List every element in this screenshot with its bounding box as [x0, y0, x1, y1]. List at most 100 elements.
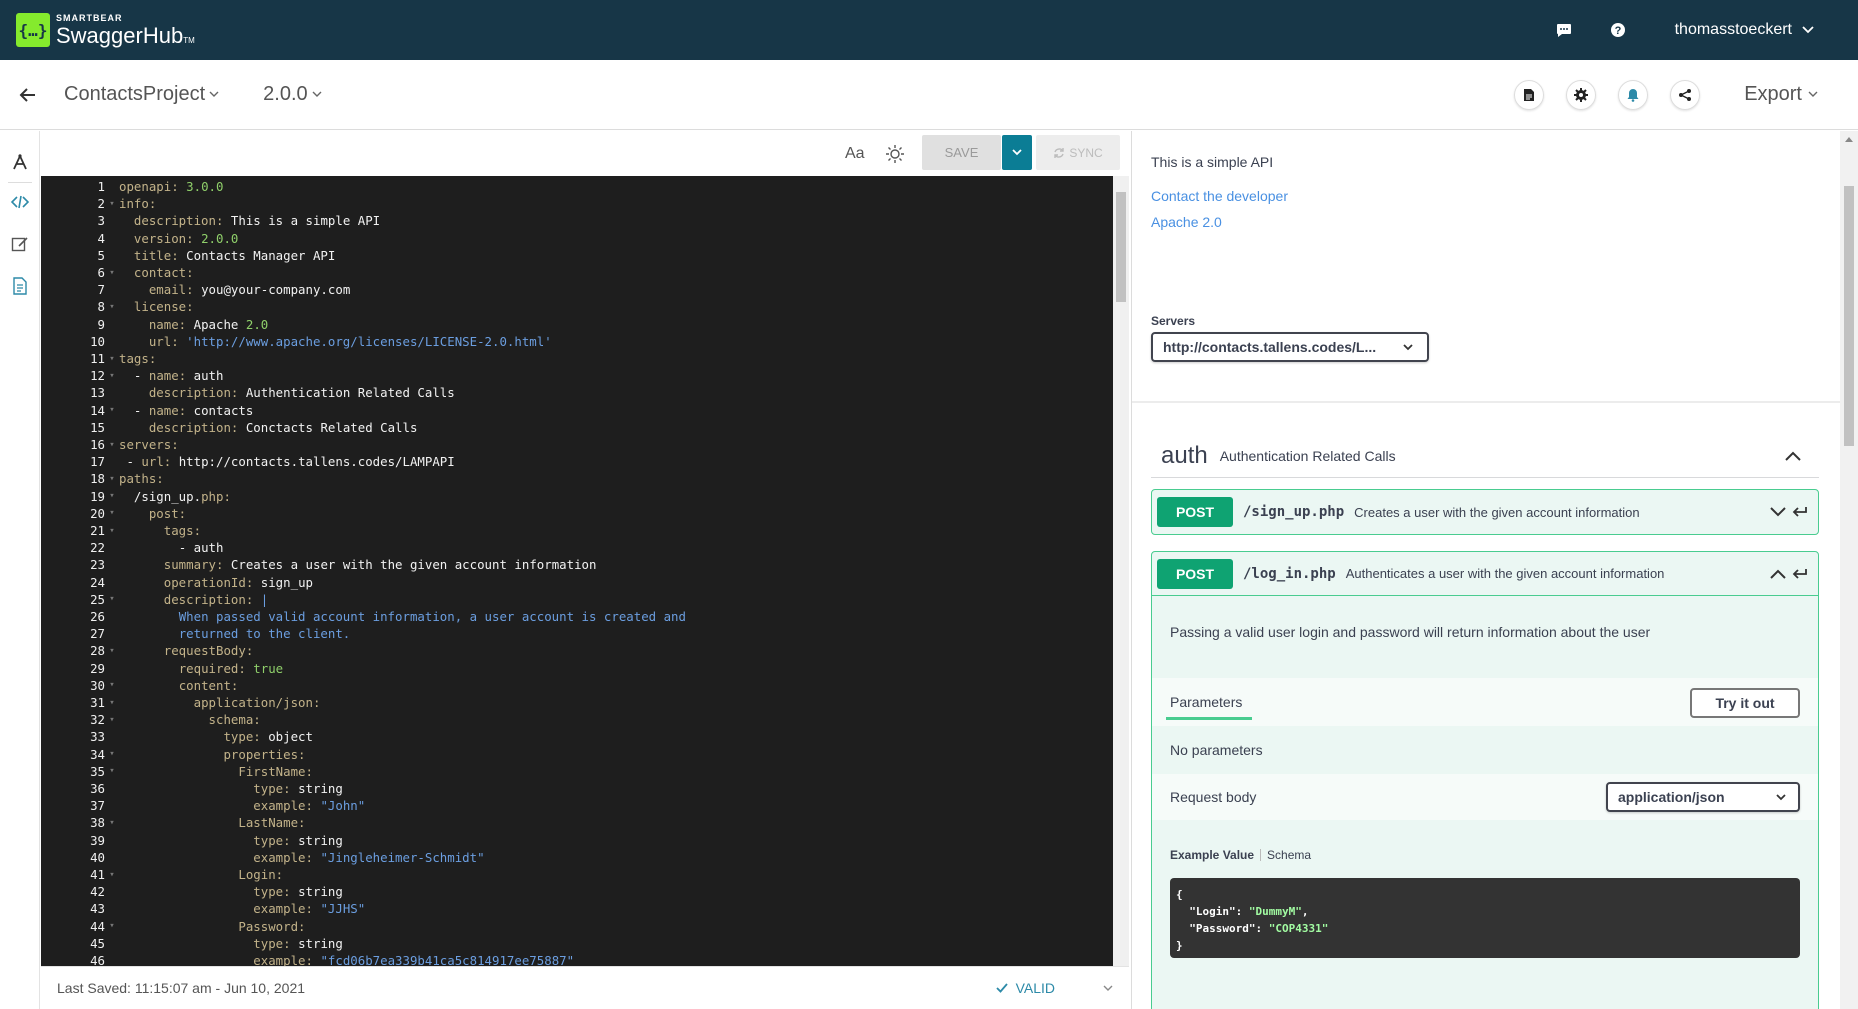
- code-line[interactable]: 14 ▾ - name: contacts: [41, 402, 1111, 419]
- sync-button[interactable]: SYNC: [1036, 135, 1120, 170]
- editor-scrollbar[interactable]: [1113, 176, 1129, 966]
- code-line[interactable]: 22 - auth: [41, 539, 1111, 556]
- code-line[interactable]: 38 ▾ LastName:: [41, 814, 1111, 831]
- fold-arrow-icon[interactable]: ▾: [105, 749, 119, 759]
- code-line[interactable]: 42 type: string: [41, 883, 1111, 900]
- tab-schema[interactable]: Schema: [1267, 848, 1311, 862]
- fold-arrow-icon[interactable]: ▾: [105, 698, 119, 708]
- code-line[interactable]: 8 ▾ license:: [41, 298, 1111, 315]
- code-line[interactable]: 32 ▾ schema:: [41, 711, 1111, 728]
- fold-arrow-icon[interactable]: ▾: [105, 440, 119, 450]
- code-line[interactable]: 5 title: Contacts Manager API: [41, 247, 1111, 264]
- servers-select[interactable]: http://contacts.tallens.codes/L...: [1151, 332, 1429, 362]
- fold-arrow-icon[interactable]: ▾: [105, 405, 119, 415]
- code-line[interactable]: 16 ▾ servers:: [41, 436, 1111, 453]
- code-line[interactable]: 35 ▾ FirstName:: [41, 763, 1111, 780]
- code-line[interactable]: 21 ▾ tags:: [41, 522, 1111, 539]
- code-line[interactable]: 33 type: object: [41, 728, 1111, 745]
- fold-arrow-icon[interactable]: ▾: [105, 302, 119, 312]
- code-line[interactable]: 26 When passed valid account information…: [41, 608, 1111, 625]
- code-line[interactable]: 39 type: string: [41, 832, 1111, 849]
- settings-button[interactable]: [1566, 79, 1597, 110]
- fold-arrow-icon[interactable]: ▾: [105, 526, 119, 536]
- fold-arrow-icon[interactable]: ▾: [105, 199, 119, 209]
- code-line[interactable]: 20 ▾ post:: [41, 505, 1111, 522]
- back-arrow-icon[interactable]: [18, 85, 38, 105]
- code-line[interactable]: 37 example: "John": [41, 797, 1111, 814]
- code-line[interactable]: 45 type: string: [41, 935, 1111, 952]
- code-line[interactable]: 3 description: This is a simple API: [41, 212, 1111, 229]
- api-docs-button[interactable]: [1514, 79, 1545, 110]
- scroll-up-arrow[interactable]: [1845, 137, 1853, 142]
- fold-arrow-icon[interactable]: ▾: [105, 870, 119, 880]
- content-type-select[interactable]: application/json: [1606, 782, 1800, 812]
- try-it-out-button[interactable]: Try it out: [1690, 688, 1800, 718]
- fold-arrow-icon[interactable]: ▾: [105, 594, 119, 604]
- code-line[interactable]: 15 description: Conctacts Related Calls: [41, 419, 1111, 436]
- version-selector[interactable]: 2.0.0: [263, 83, 322, 106]
- fold-arrow-icon[interactable]: ▾: [105, 921, 119, 931]
- fold-arrow-icon[interactable]: ▾: [105, 371, 119, 381]
- code-line[interactable]: 25 ▾ description: |: [41, 591, 1111, 608]
- fold-arrow-icon[interactable]: ▾: [105, 680, 119, 690]
- visual-editor-icon[interactable]: [11, 235, 29, 253]
- code-line[interactable]: 43 example: "JJHS": [41, 900, 1111, 917]
- notifications-button[interactable]: [1618, 79, 1649, 110]
- code-line[interactable]: 19 ▾ /sign_up.php:: [41, 488, 1111, 505]
- tab-parameters[interactable]: Parameters: [1166, 678, 1252, 726]
- code-line[interactable]: 30 ▾ content:: [41, 677, 1111, 694]
- code-line[interactable]: 28 ▾ requestBody:: [41, 642, 1111, 659]
- help-icon[interactable]: ?: [1609, 21, 1627, 39]
- tab-example-value[interactable]: Example Value: [1170, 848, 1254, 862]
- fold-arrow-icon[interactable]: ▾: [105, 268, 119, 278]
- code-line[interactable]: 7 email: you@your-company.com: [41, 281, 1111, 298]
- fold-arrow-icon[interactable]: ▾: [105, 474, 119, 484]
- chevron-down-icon[interactable]: [1103, 985, 1113, 992]
- design-tools-icon[interactable]: [11, 153, 29, 171]
- code-line[interactable]: 40 example: "Jingleheimer-Schmidt": [41, 849, 1111, 866]
- theme-toggle-icon[interactable]: [885, 144, 905, 164]
- code-line[interactable]: 24 operationId: sign_up: [41, 574, 1111, 591]
- swaggerhub-logo[interactable]: {…} SMARTBEAR SwaggerHubTM: [16, 13, 195, 47]
- project-selector[interactable]: ContactsProject: [64, 83, 219, 106]
- operation-sign-up[interactable]: POST /sign_up.php Creates a user with th…: [1151, 489, 1819, 535]
- code-line[interactable]: 17 - url: http://contacts.tallens.codes/…: [41, 453, 1111, 470]
- documentation-icon[interactable]: [11, 277, 29, 295]
- contact-link[interactable]: Contact the developer: [1151, 188, 1288, 204]
- code-line[interactable]: 44 ▾ Password:: [41, 918, 1111, 935]
- fold-arrow-icon[interactable]: ▾: [105, 646, 119, 656]
- chat-icon[interactable]: [1555, 21, 1573, 39]
- docs-scrollbar[interactable]: [1840, 131, 1858, 1009]
- code-line[interactable]: 11 ▾ tags:: [41, 350, 1111, 367]
- code-editor-icon[interactable]: [11, 193, 29, 211]
- code-line[interactable]: 12 ▾ - name: auth: [41, 367, 1111, 384]
- code-line[interactable]: 13 description: Authentication Related C…: [41, 384, 1111, 401]
- code-line[interactable]: 46 example: "fcd06b7ea339b41ca5c814917ee…: [41, 952, 1111, 966]
- code-editor[interactable]: 1 openapi: 3.0.0 2 ▾ info: 3 description: Thi…: [41, 176, 1129, 966]
- share-button[interactable]: [1670, 79, 1701, 110]
- save-button[interactable]: SAVE: [922, 135, 1001, 170]
- code-line[interactable]: 29 required: true: [41, 660, 1111, 677]
- code-line[interactable]: 2 ▾ info:: [41, 195, 1111, 212]
- code-line[interactable]: 18 ▾ paths:: [41, 470, 1111, 487]
- code-line[interactable]: 9 name: Apache 2.0: [41, 316, 1111, 333]
- code-line[interactable]: 31 ▾ application/json:: [41, 694, 1111, 711]
- user-menu[interactable]: thomasstoeckert: [1675, 21, 1814, 39]
- editor-scrollbar-thumb[interactable]: [1116, 192, 1126, 302]
- license-link[interactable]: Apache 2.0: [1151, 214, 1222, 230]
- docs-scrollbar-thumb[interactable]: [1844, 186, 1854, 446]
- fold-arrow-icon[interactable]: ▾: [105, 715, 119, 725]
- tag-section-header[interactable]: auth Authentication Related Calls: [1151, 434, 1819, 478]
- code-line[interactable]: 27 returned to the client.: [41, 625, 1111, 642]
- fold-arrow-icon[interactable]: ▾: [105, 818, 119, 828]
- operation-log-in-header[interactable]: POST /log_in.php Authenticates a user wi…: [1152, 552, 1818, 596]
- code-line[interactable]: 10 url: 'http://www.apache.org/licenses/…: [41, 333, 1111, 350]
- code-line[interactable]: 36 type: string: [41, 780, 1111, 797]
- font-size-toggle[interactable]: Aa: [845, 145, 865, 163]
- code-line[interactable]: 23 summary: Creates a user with the give…: [41, 556, 1111, 573]
- fold-arrow-icon[interactable]: ▾: [105, 508, 119, 518]
- code-line[interactable]: 34 ▾ properties:: [41, 746, 1111, 763]
- code-line[interactable]: 6 ▾ contact:: [41, 264, 1111, 281]
- save-options-button[interactable]: [1002, 135, 1032, 170]
- validation-status[interactable]: VALID: [995, 980, 1055, 996]
